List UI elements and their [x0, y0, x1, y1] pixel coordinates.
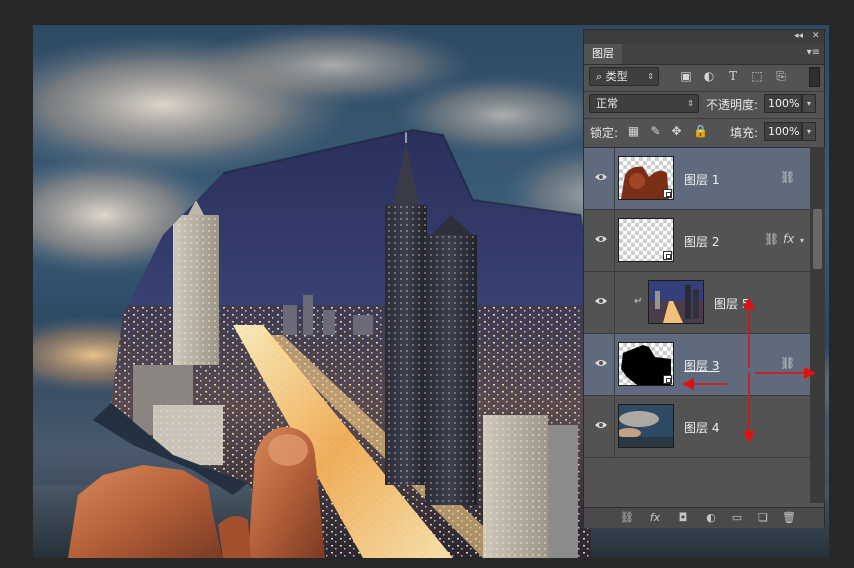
new-group-icon[interactable]: ▭ — [730, 512, 744, 524]
trash-icon[interactable]: 🗑 — [782, 512, 796, 524]
blend-mode-dropdown[interactable]: 正常 ⇕ — [589, 94, 699, 113]
layers-bottom-toolbar: ⛓ fx ◘ ◐ ▭ ❏ 🗑 — [584, 507, 824, 528]
eye-icon[interactable] — [594, 358, 608, 368]
blend-mode-value: 正常 — [596, 97, 618, 110]
smart-object-filter-icon[interactable]: ⎘ — [774, 70, 788, 82]
opacity-input[interactable]: 100% — [764, 94, 802, 113]
layer-row-5[interactable]: ↵ 图层 5 — [584, 272, 810, 334]
panel-titlebar: ◂◂ ✕ — [584, 30, 824, 44]
opacity-slider-toggle[interactable]: ▾ — [802, 94, 816, 113]
fx-icon[interactable]: fx — [783, 232, 794, 246]
adjustment-layer-icon[interactable]: ◐ — [704, 512, 718, 524]
filter-kind-value: 类型 — [605, 70, 628, 83]
smart-object-badge-icon — [663, 251, 672, 260]
eye-icon[interactable] — [594, 296, 608, 306]
layers-list: 图层 1 ⛓ 图层 2 ⛓ fx ▾ ↵ 图层 5 图层 3 ⛓ 图层 4 — [584, 147, 810, 504]
collapse-panel-icon[interactable]: ◂◂ — [794, 31, 803, 41]
layer-name[interactable]: 图层 5 — [714, 295, 749, 312]
dropdown-arrow-icon: ⇕ — [647, 72, 654, 81]
layer-thumbnail — [648, 280, 704, 324]
lock-position-icon[interactable]: ✥ — [670, 125, 683, 138]
layer-thumbnail — [618, 342, 674, 386]
shape-filter-icon[interactable]: ⬚ — [750, 70, 764, 82]
adjustment-filter-icon[interactable]: ◐ — [702, 70, 716, 82]
add-mask-icon[interactable]: ◘ — [676, 512, 690, 524]
link-icon: ⛓ — [780, 356, 796, 370]
new-layer-icon[interactable]: ❏ — [756, 512, 770, 524]
filter-toggle-switch[interactable] — [809, 67, 820, 87]
filter-kind-dropdown[interactable]: ⌕ 类型 ⇕ — [589, 67, 659, 86]
fill-slider-toggle[interactable]: ▾ — [802, 122, 816, 141]
layer-name[interactable]: 图层 1 — [684, 171, 719, 188]
eye-icon[interactable] — [594, 420, 608, 430]
layer-thumbnail — [618, 156, 674, 200]
layer-name[interactable]: 图层 3 — [684, 357, 719, 374]
search-icon: ⌕ — [596, 70, 603, 83]
smart-object-badge-icon — [663, 375, 672, 384]
divider — [584, 118, 824, 119]
expand-effects-icon[interactable]: ▾ — [800, 236, 804, 245]
lock-transparent-pixels-icon[interactable]: ▦ — [627, 125, 640, 138]
dropdown-arrow-icon: ⇕ — [687, 99, 694, 108]
smart-object-badge-icon — [663, 189, 672, 198]
lock-all-icon[interactable]: 🔒 — [693, 125, 708, 138]
link-icon: ⛓ — [764, 232, 780, 246]
layer-row-4[interactable]: 图层 4 — [584, 396, 810, 458]
eye-icon[interactable] — [594, 172, 608, 182]
opacity-label: 不透明度: — [706, 98, 759, 112]
fill-label: 填充: — [730, 126, 759, 140]
clipping-mask-icon: ↵ — [634, 296, 643, 307]
scrollbar-thumb[interactable] — [813, 209, 822, 269]
layer-thumbnail — [618, 218, 674, 262]
layer-row-2[interactable]: 图层 2 ⛓ fx ▾ — [584, 210, 810, 272]
layer-row-1[interactable]: 图层 1 ⛓ — [584, 148, 810, 210]
fx-icon[interactable]: fx — [648, 512, 662, 524]
eye-icon[interactable] — [594, 234, 608, 244]
link-icon: ⛓ — [780, 170, 796, 184]
panel-tabbar: 图层 ▾≡ — [584, 44, 824, 65]
lock-image-pixels-icon[interactable]: ✎ — [649, 125, 662, 138]
divider — [584, 91, 824, 92]
fill-input[interactable]: 100% — [764, 122, 802, 141]
close-panel-icon[interactable]: ✕ — [812, 31, 820, 41]
image-filter-icon[interactable]: ▣ — [679, 70, 693, 82]
link-layers-icon[interactable]: ⛓ — [620, 512, 634, 524]
tab-layers[interactable]: 图层 — [584, 44, 622, 64]
layers-panel: ◂◂ ✕ 图层 ▾≡ ⌕ 类型 ⇕ ▣ ◐ T ⬚ ⎘ 正常 ⇕ 不透明度: 1… — [583, 29, 825, 528]
layer-thumbnail — [618, 404, 674, 448]
type-filter-icon[interactable]: T — [726, 70, 740, 82]
layers-scrollbar[interactable] — [810, 147, 825, 503]
layer-name[interactable]: 图层 4 — [684, 419, 719, 436]
panel-menu-icon[interactable]: ▾≡ — [807, 47, 820, 58]
lock-label: 锁定: — [590, 126, 619, 140]
layer-name[interactable]: 图层 2 — [684, 233, 719, 250]
layer-row-3[interactable]: 图层 3 ⛓ — [584, 334, 810, 396]
